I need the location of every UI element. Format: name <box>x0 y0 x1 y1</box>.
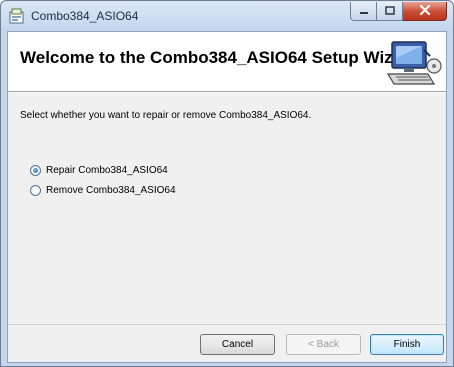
setup-window: Combo384_ASIO64 Welcome to the Combo384_… <box>0 0 454 367</box>
maximize-button[interactable] <box>377 2 403 21</box>
radio-selected-dot <box>33 167 38 173</box>
minimize-button[interactable] <box>350 2 377 21</box>
repair-option-label: Repair Combo384_ASIO64 <box>46 164 168 176</box>
title-bar[interactable]: Combo384_ASIO64 <box>1 1 453 31</box>
button-bar: Cancel < Back Finish <box>8 324 446 362</box>
computer-setup-icon <box>384 36 444 88</box>
remove-option-label: Remove Combo384_ASIO64 <box>46 184 176 196</box>
repair-radio[interactable] <box>30 164 41 176</box>
maximize-icon <box>384 2 395 20</box>
back-button[interactable]: < Back <box>286 334 361 355</box>
banner-title: Welcome to the Combo384_ASIO64 Setup Wiz… <box>20 48 420 67</box>
finish-button[interactable]: Finish <box>370 334 444 355</box>
installer-icon <box>8 7 26 25</box>
cancel-button[interactable]: Cancel <box>200 334 275 355</box>
remove-option[interactable]: Remove Combo384_ASIO64 <box>30 183 176 197</box>
wizard-client-area: Welcome to the Combo384_ASIO64 Setup Wiz… <box>7 31 447 363</box>
wizard-body: Select whether you want to repair or rem… <box>8 93 446 324</box>
close-button[interactable] <box>403 2 447 21</box>
wizard-banner: Welcome to the Combo384_ASIO64 Setup Wiz… <box>8 32 446 92</box>
repair-option[interactable]: Repair Combo384_ASIO64 <box>30 163 168 177</box>
instruction-text: Select whether you want to repair or rem… <box>20 110 312 121</box>
window-title: Combo384_ASIO64 <box>31 9 139 23</box>
minimize-icon <box>359 2 369 20</box>
remove-radio[interactable] <box>30 184 41 196</box>
close-icon <box>419 2 431 20</box>
caption-buttons <box>350 2 447 22</box>
